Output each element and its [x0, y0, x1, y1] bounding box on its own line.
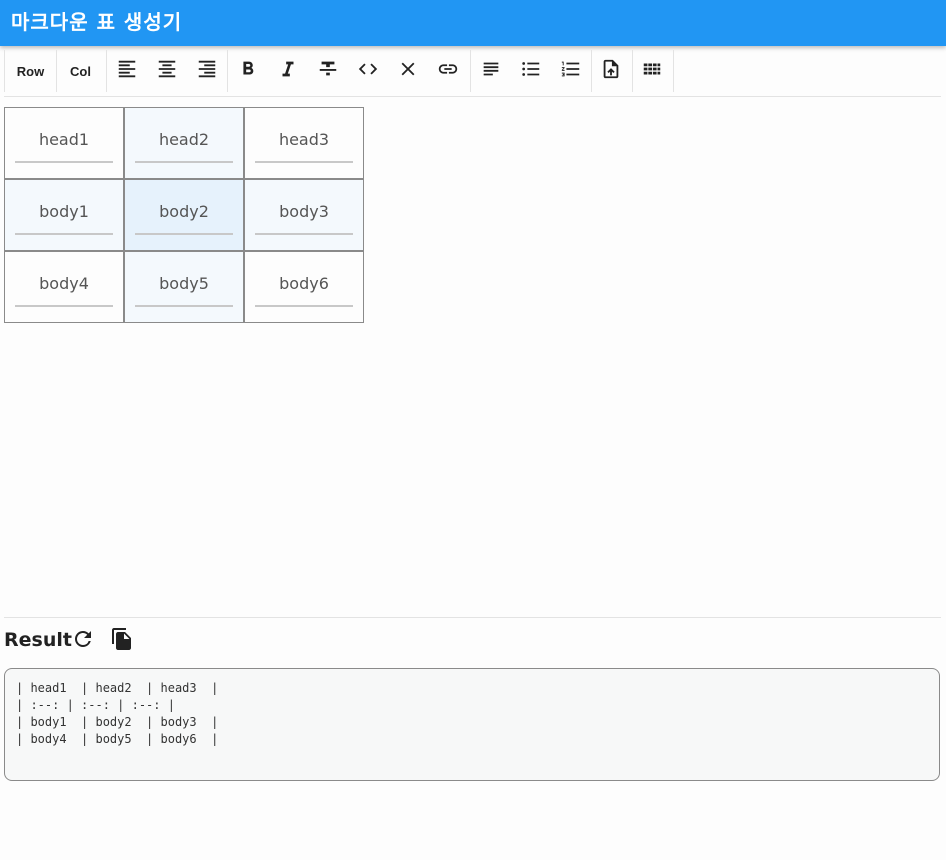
align-right-icon: [196, 58, 218, 85]
cell-input[interactable]: body3: [255, 202, 353, 235]
clear-format-button[interactable]: [389, 50, 427, 92]
cell-input[interactable]: body4: [15, 274, 113, 307]
upload-file-button[interactable]: [592, 50, 630, 92]
code-icon: [357, 58, 379, 85]
bulleted-list-icon: [520, 58, 542, 85]
body-cell-5[interactable]: body5: [124, 251, 244, 323]
numbered-list-icon: [560, 58, 582, 85]
head-cell-2[interactable]: head2: [124, 107, 244, 179]
result-title: Result: [4, 629, 72, 651]
cell-input[interactable]: head2: [135, 130, 233, 163]
refresh-button[interactable]: [71, 627, 95, 656]
body-cell-1[interactable]: body1: [4, 179, 124, 251]
body-cell-2[interactable]: body2: [124, 179, 244, 251]
cell-input[interactable]: body2: [135, 202, 233, 235]
head-cell-1[interactable]: head1: [4, 107, 124, 179]
table-size-button[interactable]: [633, 50, 671, 92]
strikethrough-button[interactable]: [309, 50, 347, 92]
code-button[interactable]: [349, 50, 387, 92]
table-grid-icon: [641, 58, 663, 85]
bold-button[interactable]: [229, 50, 267, 92]
numbered-list-button[interactable]: [552, 50, 590, 92]
paragraph-button[interactable]: [472, 50, 510, 92]
align-center-icon: [156, 58, 178, 85]
subject-icon: [480, 58, 502, 85]
table-group: [632, 50, 674, 92]
cell-input[interactable]: body6: [255, 274, 353, 307]
col-label: Col: [70, 63, 91, 79]
app-bar: 마크다운 표 생성기: [0, 0, 946, 46]
align-group: [106, 50, 228, 92]
add-row-button[interactable]: Row: [5, 50, 56, 92]
bold-icon: [237, 58, 259, 85]
align-left-icon: [116, 58, 138, 85]
body-cell-6[interactable]: body6: [244, 251, 364, 323]
upload-file-icon: [600, 58, 622, 85]
link-icon: [437, 58, 459, 85]
col-group: Col: [55, 50, 107, 92]
strikethrough-icon: [317, 58, 339, 85]
app-title: 마크다운 표 생성기: [11, 10, 183, 34]
row-label: Row: [16, 63, 45, 79]
link-button[interactable]: [429, 50, 467, 92]
bulleted-list-button[interactable]: [512, 50, 550, 92]
italic-button[interactable]: [269, 50, 307, 92]
row-group: Row: [4, 50, 57, 92]
copy-icon: [110, 628, 134, 655]
refresh-icon: [71, 631, 95, 655]
align-left-button[interactable]: [108, 50, 146, 92]
cell-input[interactable]: body1: [15, 202, 113, 235]
align-right-button[interactable]: [188, 50, 226, 92]
body-cell-4[interactable]: body4: [4, 251, 124, 323]
italic-icon: [277, 58, 299, 85]
file-group: [591, 50, 633, 92]
align-center-button[interactable]: [148, 50, 186, 92]
clear-icon: [397, 58, 419, 85]
cell-input[interactable]: body5: [135, 274, 233, 307]
format-group: [227, 50, 471, 92]
list-group: [470, 50, 592, 92]
add-col-button[interactable]: Col: [55, 50, 106, 92]
result-textarea[interactable]: | head1 | head2 | head3 | | :--: | :--: …: [4, 668, 940, 781]
cell-input[interactable]: head3: [255, 130, 353, 163]
section-divider: [4, 617, 941, 618]
cell-input[interactable]: head1: [15, 130, 113, 163]
head-cell-3[interactable]: head3: [244, 107, 364, 179]
body-cell-3[interactable]: body3: [244, 179, 364, 251]
copy-button[interactable]: [110, 627, 134, 656]
toolbar: Row Col: [4, 50, 941, 97]
markdown-output: | head1 | head2 | head3 | | :--: | :--: …: [16, 681, 219, 746]
